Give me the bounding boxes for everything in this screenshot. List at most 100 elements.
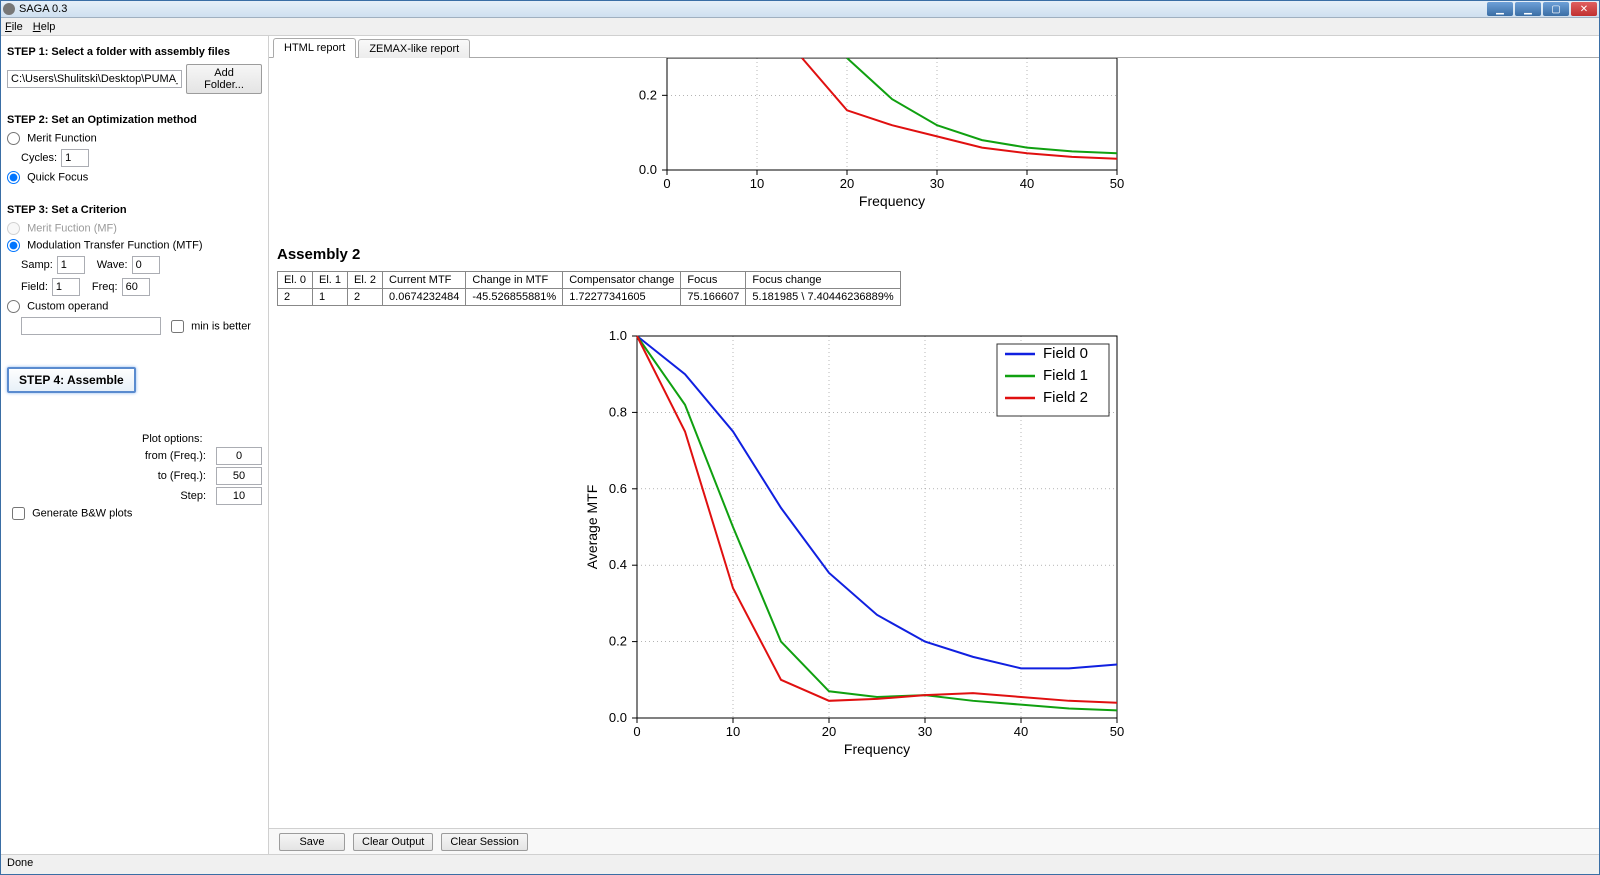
table-header: El. 1: [313, 272, 348, 289]
svg-text:0.8: 0.8: [609, 404, 627, 419]
table-header: Change in MTF: [466, 272, 563, 289]
table-cell: 75.166607: [681, 289, 746, 306]
svg-text:40: 40: [1014, 724, 1028, 739]
report-area[interactable]: 010203040500.00.2Frequency Assembly 2 El…: [269, 58, 1599, 828]
table-cell: 5.181985 \ 7.40446236889%: [746, 289, 900, 306]
bw-plots-label: Generate B&W plots: [32, 507, 132, 519]
folder-path-input[interactable]: [7, 70, 182, 88]
mtf-radio[interactable]: Modulation Transfer Function (MTF): [7, 239, 203, 252]
svg-text:0: 0: [663, 176, 670, 191]
table-cell: 1: [313, 289, 348, 306]
step1-title: STEP 1: Select a folder with assembly fi…: [7, 46, 262, 58]
svg-text:30: 30: [918, 724, 932, 739]
table-cell: -45.526855881%: [466, 289, 563, 306]
step3-title: STEP 3: Set a Criterion: [7, 204, 262, 216]
svg-text:Frequency: Frequency: [844, 741, 910, 757]
menu-help[interactable]: Help: [33, 21, 56, 33]
plot-from-input[interactable]: [216, 447, 262, 465]
table-cell: 1.72277341605: [563, 289, 681, 306]
svg-text:Average MTF: Average MTF: [584, 485, 600, 570]
mf-radio: Merit Fuction (MF): [7, 222, 117, 235]
min-is-better-checkbox[interactable]: min is better: [171, 320, 251, 333]
plot-from-label: from (Freq.):: [142, 450, 206, 462]
minimize-button[interactable]: ▁: [1515, 2, 1541, 16]
step2-title: STEP 2: Set an Optimization method: [7, 114, 262, 126]
svg-text:10: 10: [750, 176, 764, 191]
table-header: Focus: [681, 272, 746, 289]
svg-text:20: 20: [840, 176, 854, 191]
wave-label: Wave:: [97, 259, 128, 271]
svg-text:0.0: 0.0: [639, 162, 657, 177]
mtf-label: Modulation Transfer Function (MTF): [27, 239, 202, 251]
svg-text:0.0: 0.0: [609, 710, 627, 725]
tab-zemax-report[interactable]: ZEMAX-like report: [358, 39, 470, 58]
custom-operand-radio[interactable]: Custom operand: [7, 300, 108, 313]
field-input[interactable]: [52, 278, 80, 296]
app-icon: [3, 3, 15, 15]
table-header: Focus change: [746, 272, 900, 289]
mf-label: Merit Fuction (MF): [27, 222, 117, 234]
table-header: Current MTF: [383, 272, 466, 289]
svg-text:20: 20: [822, 724, 836, 739]
table-cell: 2: [278, 289, 313, 306]
window-title: SAGA 0.3: [19, 3, 67, 15]
svg-text:50: 50: [1110, 176, 1124, 191]
svg-text:0.2: 0.2: [609, 634, 627, 649]
custom-operand-input[interactable]: [21, 317, 161, 335]
samp-input[interactable]: [57, 256, 85, 274]
sidebar: STEP 1: Select a folder with assembly fi…: [1, 36, 269, 854]
plot-to-label: to (Freq.):: [142, 470, 206, 482]
svg-text:Field 2: Field 2: [1043, 389, 1088, 406]
quick-focus-label: Quick Focus: [27, 171, 88, 183]
add-folder-button[interactable]: Add Folder...: [186, 64, 262, 94]
assembly-title: Assembly 2: [277, 246, 1591, 263]
svg-text:0.2: 0.2: [639, 87, 657, 102]
bw-plots-checkbox[interactable]: Generate B&W plots: [12, 507, 132, 520]
statusbar: Done: [1, 854, 1599, 874]
svg-text:50: 50: [1110, 724, 1124, 739]
svg-text:30: 30: [930, 176, 944, 191]
merit-function-label: Merit Function: [27, 132, 97, 144]
clear-output-button[interactable]: Clear Output: [353, 833, 433, 851]
svg-text:Field 0: Field 0: [1043, 345, 1088, 362]
svg-text:0: 0: [633, 724, 640, 739]
chart-main: 0 10 20 30 40 50 0.0 0.2 0.4 0.6 0.8 1.0 Frequency Av…: [567, 326, 1591, 766]
min-is-better-label: min is better: [191, 320, 251, 332]
custom-operand-label: Custom operand: [27, 300, 108, 312]
titlebar: SAGA 0.3 ▁ ▁ ▢ ✕: [1, 1, 1599, 18]
svg-text:0.4: 0.4: [609, 557, 627, 572]
plot-to-input[interactable]: [216, 467, 262, 485]
tabs: HTML report ZEMAX-like report: [269, 36, 1599, 58]
table-header: Compensator change: [563, 272, 681, 289]
svg-text:10: 10: [726, 724, 740, 739]
freq-input[interactable]: [122, 278, 150, 296]
menu-file[interactable]: File: [5, 21, 23, 33]
svg-text:1.0: 1.0: [609, 328, 627, 343]
minimize-button-aux[interactable]: ▁: [1487, 2, 1513, 16]
svg-text:40: 40: [1020, 176, 1034, 191]
maximize-button[interactable]: ▢: [1543, 2, 1569, 16]
table-header: El. 2: [348, 272, 383, 289]
cycles-input[interactable]: [61, 149, 89, 167]
svg-text:0.6: 0.6: [609, 481, 627, 496]
tab-html-report[interactable]: HTML report: [273, 38, 356, 58]
table-cell: 2: [348, 289, 383, 306]
plot-step-label: Step:: [142, 490, 206, 502]
quick-focus-radio[interactable]: Quick Focus: [7, 171, 88, 184]
wave-input[interactable]: [132, 256, 160, 274]
menubar: File Help: [1, 18, 1599, 36]
svg-text:Field 1: Field 1: [1043, 367, 1088, 384]
clear-session-button[interactable]: Clear Session: [441, 833, 527, 851]
plot-options-title: Plot options:: [142, 433, 262, 445]
freq-label: Freq:: [92, 281, 118, 293]
close-button[interactable]: ✕: [1571, 2, 1597, 16]
merit-function-radio[interactable]: Merit Function: [7, 132, 97, 145]
chart-top: 010203040500.00.2Frequency: [607, 58, 1591, 218]
table-header: El. 0: [278, 272, 313, 289]
field-label: Field:: [21, 281, 48, 293]
plot-step-input[interactable]: [216, 487, 262, 505]
table-cell: 0.0674232484: [383, 289, 466, 306]
assemble-button[interactable]: STEP 4: Assemble: [7, 367, 136, 393]
assembly-table: El. 0El. 1El. 2Current MTFChange in MTFC…: [277, 271, 901, 306]
save-button[interactable]: Save: [279, 833, 345, 851]
